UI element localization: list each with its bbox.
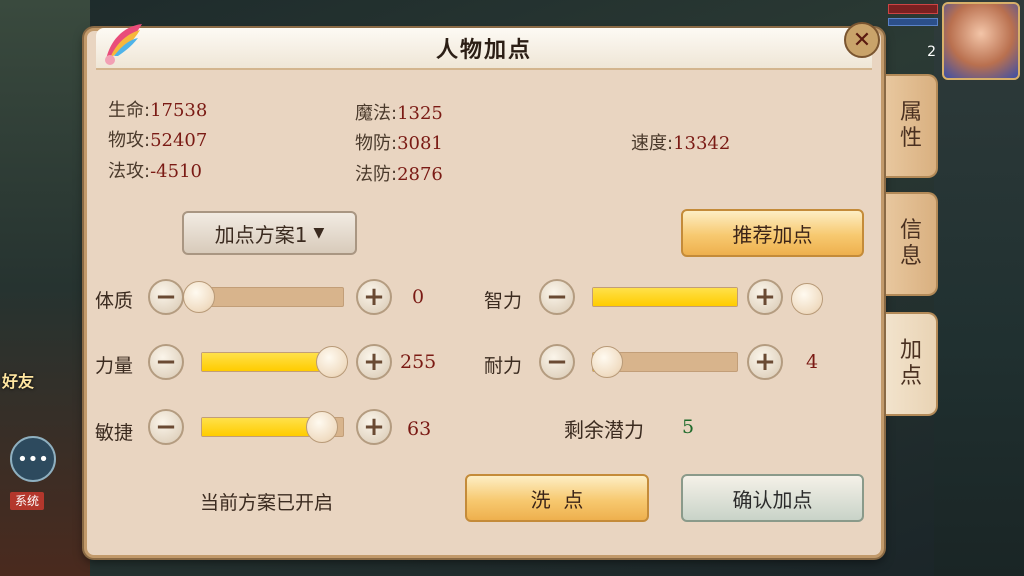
attr-intelligence-minus-button[interactable]: − — [539, 279, 575, 315]
plan-dropdown-label: 加点方案1 — [214, 222, 308, 247]
stat-mag-def-value: 2876 — [397, 164, 443, 185]
attr-constitution-handle[interactable] — [183, 281, 215, 313]
tab-add-points-label-2: 点 — [899, 364, 922, 389]
attr-intelligence-fill — [593, 288, 737, 306]
stat-mag-atk-value: -4510 — [150, 161, 202, 182]
game-background-left — [0, 0, 90, 576]
remaining-points-label: 剩余潜力 — [564, 418, 644, 442]
chevron-down-icon: ▼ — [313, 225, 325, 241]
tab-info[interactable]: 信 息 — [886, 192, 938, 296]
minus-icon: − — [155, 412, 177, 442]
attr-endurance-plus-button[interactable]: + — [747, 344, 783, 380]
stat-phys-def: 物防: 3081 — [355, 129, 443, 155]
minus-icon: − — [546, 282, 568, 312]
attr-constitution-slider[interactable] — [183, 281, 344, 313]
title-bar: 人物加点 — [96, 28, 872, 70]
mp-bar — [888, 18, 938, 26]
hud-number: 2 — [927, 44, 936, 60]
tab-attributes[interactable]: 属 性 — [886, 74, 938, 178]
attr-endurance-value: 4 — [806, 351, 819, 373]
confirm-points-button[interactable]: 确认加点 — [681, 474, 864, 522]
attr-intelligence-label: 智力 — [484, 290, 523, 312]
stat-hp: 生命: 17538 — [108, 96, 207, 122]
reset-points-label: 洗 点 — [530, 487, 584, 512]
plus-icon: + — [754, 282, 776, 312]
friends-button[interactable]: 好友 — [2, 372, 58, 416]
chat-icon: ••• — [17, 448, 49, 470]
tab-add-points-label-1: 加 — [899, 338, 922, 363]
minus-icon: − — [546, 347, 568, 377]
attr-agility-minus-button[interactable]: − — [148, 409, 184, 445]
stat-speed-value: 13342 — [673, 133, 731, 154]
stat-hp-value: 17538 — [150, 100, 208, 121]
feather-emblem-icon — [105, 24, 142, 65]
plus-icon: + — [754, 347, 776, 377]
system-channel-tag: 系统 — [10, 492, 44, 510]
attr-agility-label: 敏捷 — [95, 422, 134, 444]
attr-strength-minus-button[interactable]: − — [148, 344, 184, 380]
attr-intelligence-plus-button[interactable]: + — [747, 279, 783, 315]
attr-strength-value: 255 — [400, 351, 437, 373]
attr-constitution-plus-button[interactable]: + — [356, 279, 392, 315]
attr-constitution-minus-button[interactable]: − — [148, 279, 184, 315]
plus-icon: + — [363, 282, 385, 312]
tab-attributes-label-1: 属 — [899, 100, 922, 125]
close-button[interactable]: ✕ — [844, 22, 880, 58]
reset-points-button[interactable]: 洗 点 — [465, 474, 649, 522]
plus-icon: + — [363, 412, 385, 442]
attr-endurance-label: 耐力 — [484, 355, 523, 377]
stat-speed-label: 速度: — [631, 133, 674, 154]
remaining-points-value: 5 — [682, 416, 695, 438]
attr-intelligence-handle[interactable] — [791, 283, 823, 315]
confirm-points-label: 确认加点 — [732, 487, 813, 512]
stat-phys-def-label: 物防: — [355, 133, 398, 154]
tab-info-label-1: 信 — [899, 218, 922, 243]
attr-strength-plus-button[interactable]: + — [356, 344, 392, 380]
tab-attributes-label-2: 性 — [899, 126, 922, 151]
stat-phys-atk: 物攻: 52407 — [108, 126, 207, 152]
tab-info-label-2: 息 — [899, 244, 922, 269]
attr-intelligence-slider[interactable] — [592, 287, 738, 307]
stat-mag-atk: 法攻: -4510 — [108, 157, 202, 183]
stat-mag-atk-label: 法攻: — [108, 161, 151, 182]
attr-agility-plus-button[interactable]: + — [356, 409, 392, 445]
player-avatar[interactable] — [942, 2, 1020, 80]
recommend-points-button[interactable]: 推荐加点 — [681, 209, 864, 257]
attr-endurance-minus-button[interactable]: − — [539, 344, 575, 380]
close-icon: ✕ — [852, 27, 872, 53]
attr-agility-handle[interactable] — [305, 411, 338, 443]
attr-constitution-value: 0 — [412, 286, 425, 308]
stat-mana-label: 魔法: — [355, 103, 398, 124]
stat-phys-atk-value: 52407 — [150, 130, 208, 151]
attr-agility-fill — [202, 418, 322, 436]
attr-agility-value: 63 — [407, 418, 432, 440]
attr-strength-slider[interactable] — [201, 346, 348, 378]
stat-mana-value: 1325 — [397, 103, 443, 124]
minus-icon: − — [155, 282, 177, 312]
recommend-points-label: 推荐加点 — [732, 222, 813, 247]
stat-speed: 速度: 13342 — [631, 129, 730, 155]
game-background-right — [934, 0, 1024, 576]
stat-mag-def: 法防: 2876 — [355, 160, 443, 186]
attr-strength-handle[interactable] — [315, 346, 348, 378]
attr-strength-label: 力量 — [95, 355, 134, 377]
plan-dropdown[interactable]: 加点方案1 ▼ — [182, 211, 357, 255]
stat-phys-def-value: 3081 — [397, 133, 443, 154]
plus-icon: + — [363, 347, 385, 377]
tab-add-points[interactable]: 加 点 — [886, 312, 938, 416]
chat-button[interactable]: ••• — [10, 436, 56, 482]
attr-constitution-label: 体质 — [95, 290, 134, 312]
attr-endurance-slider[interactable] — [591, 346, 738, 378]
hp-bar — [888, 4, 938, 14]
page-title: 人物加点 — [435, 38, 532, 63]
stat-phys-atk-label: 物攻: — [108, 130, 151, 151]
stat-mana: 魔法: 1325 — [355, 99, 443, 125]
plan-status-text: 当前方案已开启 — [200, 492, 334, 514]
attr-agility-slider[interactable] — [201, 411, 344, 443]
stat-hp-label: 生命: — [108, 100, 151, 121]
minus-icon: − — [155, 347, 177, 377]
stat-mag-def-label: 法防: — [355, 164, 398, 185]
attr-strength-fill — [202, 353, 332, 371]
